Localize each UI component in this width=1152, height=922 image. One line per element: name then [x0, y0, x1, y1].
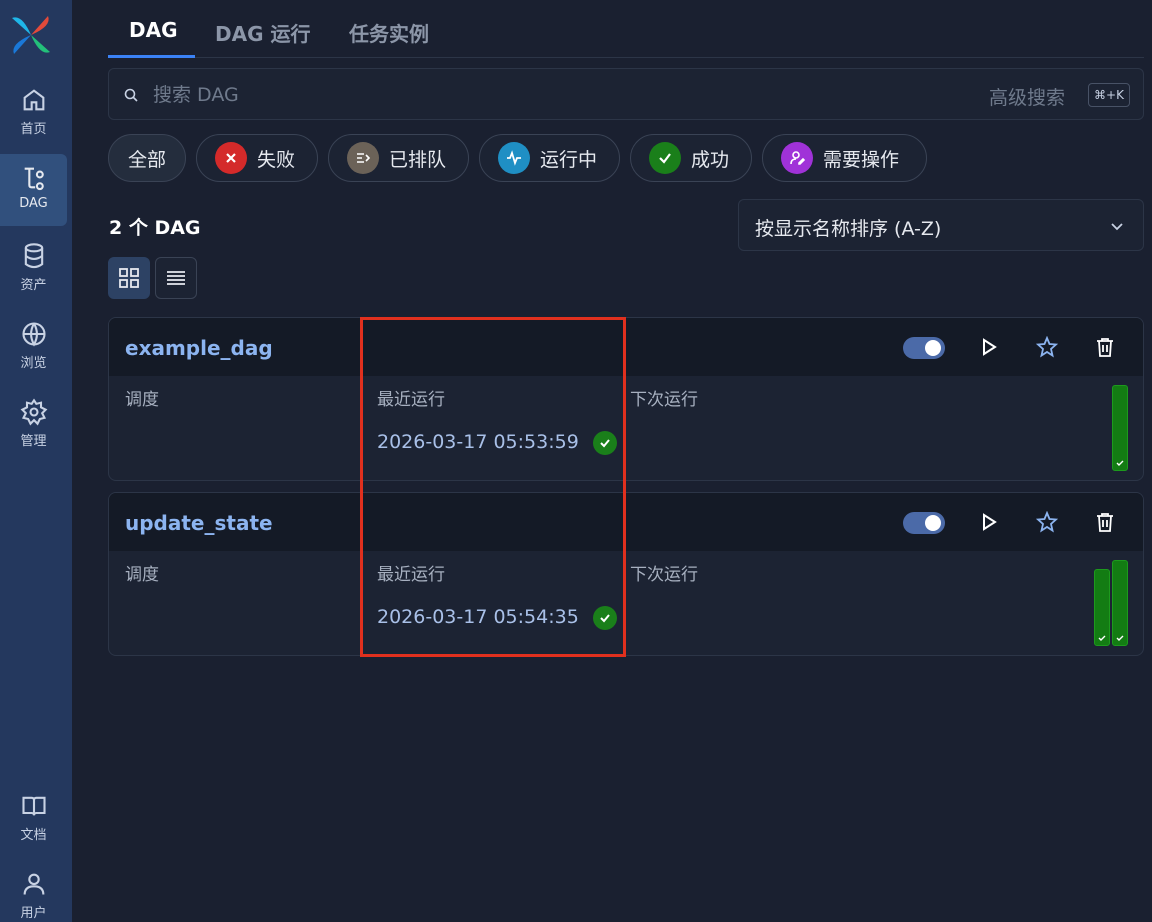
trash-icon: [1097, 513, 1113, 532]
highlight-box: [360, 317, 626, 657]
dag-name-link[interactable]: example_dag: [125, 336, 273, 360]
star-icon: [1036, 336, 1058, 358]
sidebar-item-docs[interactable]: 文档: [0, 782, 67, 854]
book-icon: [21, 796, 46, 816]
check-icon: [1098, 635, 1106, 641]
filter-running-button[interactable]: 运行中: [479, 134, 620, 182]
sort-label: 按显示名称排序 (A-Z): [755, 218, 942, 240]
sidebar-item-label: DAG: [19, 196, 48, 211]
run-bar[interactable]: [1112, 385, 1128, 471]
run-bar[interactable]: [1094, 569, 1110, 646]
play-icon: [983, 513, 997, 531]
dag-card: update_state 调度 最近运行 下次运行 2026-03-17 05:…: [108, 492, 1144, 656]
sidebar-item-label: 浏览: [20, 356, 47, 371]
pause-toggle[interactable]: [903, 512, 945, 534]
sidebar-item-label: 首页: [20, 122, 47, 137]
favorite-button[interactable]: [1034, 509, 1060, 535]
filter-label: 需要操作: [823, 148, 900, 171]
dag-card: example_dag 调度 最近运行 下次运行 2026-03-17 05:5…: [108, 317, 1144, 481]
filter-label: 运行中: [540, 148, 598, 171]
user-icon: [23, 873, 44, 895]
sidebar-item-user[interactable]: 用户: [0, 860, 67, 922]
delete-button[interactable]: [1092, 509, 1118, 535]
star-icon: [1036, 511, 1058, 533]
filter-label: 已排队: [389, 148, 447, 171]
chevron-down-icon: [1111, 223, 1123, 231]
sidebar-item-browse[interactable]: 浏览: [0, 310, 67, 382]
database-icon: [24, 243, 43, 269]
sidebar-item-label: 资产: [20, 278, 47, 293]
next-run-label: 下次运行: [630, 390, 698, 410]
airflow-logo[interactable]: [8, 12, 54, 58]
sort-select[interactable]: 按显示名称排序 (A-Z): [738, 199, 1144, 251]
tab-bar: DAG DAG 运行 任务实例: [108, 0, 1144, 58]
active-tab-indicator: [108, 55, 195, 58]
dag-count: 2 个 DAG: [109, 217, 201, 239]
gear-icon: [20, 398, 47, 426]
filter-all-button[interactable]: 全部: [108, 134, 186, 182]
check-icon: [1116, 635, 1124, 641]
check-icon: [649, 142, 681, 174]
sidebar-item-assets[interactable]: 资产: [0, 232, 67, 304]
run-bar[interactable]: [1112, 560, 1128, 646]
search-bar: 高级搜索 ⌘+K: [108, 68, 1144, 120]
card-view-button[interactable]: [108, 257, 150, 299]
pause-toggle[interactable]: [903, 337, 945, 359]
sidebar-item-dag[interactable]: DAG: [0, 154, 67, 226]
home-icon: [23, 89, 44, 111]
sidebar-item-label: 用户: [20, 906, 47, 921]
search-icon: [124, 88, 138, 102]
tab-task-instances[interactable]: 任务实例: [349, 18, 429, 47]
tab-dag-runs[interactable]: DAG 运行: [215, 18, 310, 47]
delete-button[interactable]: [1092, 334, 1118, 360]
sidebar-item-admin[interactable]: 管理: [0, 388, 67, 460]
sidebar-item-label: 文档: [20, 828, 47, 843]
list-view-button[interactable]: [155, 257, 197, 299]
shortcut-badge: ⌘+K: [1088, 83, 1130, 107]
pulse-icon: [498, 142, 530, 174]
sidebar: 首页 DAG 资产 浏览 管理 文档 用户: [0, 0, 72, 922]
queue-icon: [347, 142, 379, 174]
check-icon: [1116, 460, 1124, 466]
filter-label: 成功: [691, 148, 730, 171]
dag-card-header: update_state: [109, 493, 1143, 551]
tab-dag[interactable]: DAG: [129, 18, 178, 42]
filter-needs-action-button[interactable]: 需要操作: [762, 134, 927, 182]
filter-failed-button[interactable]: 失败: [196, 134, 318, 182]
trash-icon: [1097, 338, 1113, 357]
sidebar-item-home[interactable]: 首页: [0, 76, 67, 148]
trigger-button[interactable]: [976, 334, 1002, 360]
dag-card-header: example_dag: [109, 318, 1143, 376]
schedule-label: 调度: [125, 565, 159, 585]
filter-label: 全部: [127, 148, 166, 171]
globe-icon: [21, 322, 46, 347]
filter-label: 失败: [257, 148, 296, 171]
dag-icon: [24, 167, 44, 191]
list-icon: [167, 271, 185, 285]
search-input[interactable]: [153, 81, 953, 109]
trigger-button[interactable]: [976, 509, 1002, 535]
favorite-button[interactable]: [1034, 334, 1060, 360]
x-icon: [215, 142, 247, 174]
filter-queued-button[interactable]: 已排队: [328, 134, 469, 182]
grid-icon: [119, 268, 139, 288]
schedule-label: 调度: [125, 390, 159, 410]
next-run-label: 下次运行: [630, 565, 698, 585]
play-icon: [983, 338, 997, 356]
dag-name-link[interactable]: update_state: [125, 511, 273, 535]
sidebar-item-label: 管理: [20, 434, 47, 449]
user-action-icon: [781, 142, 813, 174]
advanced-search-button[interactable]: 高级搜索: [989, 83, 1065, 110]
filter-success-button[interactable]: 成功: [630, 134, 752, 182]
